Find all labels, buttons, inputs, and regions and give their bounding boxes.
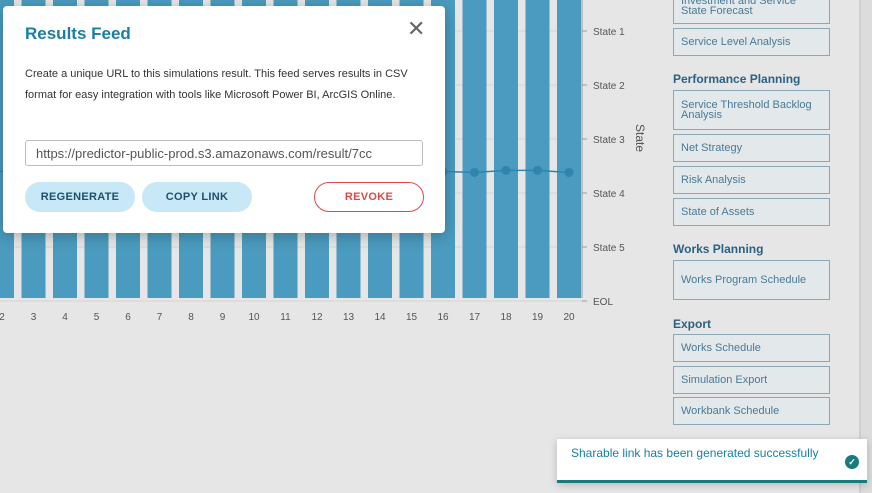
sidebar-item-risk-analysis[interactable]: Risk Analysis bbox=[673, 166, 830, 194]
x-tick-label: 2 bbox=[0, 312, 5, 323]
sidebar-item-label: State of Assets bbox=[681, 206, 755, 218]
x-tick-label: 8 bbox=[188, 312, 194, 323]
sidebar-item-works-program-schedule[interactable]: Works Program Schedule bbox=[673, 260, 830, 300]
x-tick-label: 4 bbox=[62, 312, 68, 323]
y2-tick-label: State 1 bbox=[593, 27, 625, 38]
x-tick-label: 11 bbox=[280, 312, 291, 323]
sidebar-item-state-of-assets[interactable]: State of Assets bbox=[673, 198, 830, 226]
panel-divider bbox=[859, 0, 861, 493]
x-tick-label: 17 bbox=[469, 312, 481, 323]
sidebar-item-works-schedule[interactable]: Works Schedule bbox=[673, 334, 830, 362]
sidebar-item-simulation-export[interactable]: Simulation Export bbox=[673, 366, 830, 394]
x-tick-label: 14 bbox=[374, 312, 386, 323]
copy-link-button[interactable]: COPY LINK bbox=[142, 182, 252, 212]
section-heading-export: Export bbox=[673, 317, 712, 331]
sidebar-item-label: Works Schedule bbox=[681, 342, 761, 354]
close-icon[interactable]: ✕ bbox=[407, 18, 425, 40]
x-tick-label: 12 bbox=[311, 312, 323, 323]
sidebar-item-label: Risk Analysis bbox=[681, 174, 746, 186]
sidebar-item-investment-forecast[interactable]: Investment and Service State Forecast bbox=[673, 0, 830, 24]
y2-tick-label: State 2 bbox=[593, 81, 625, 92]
sidebar-item-net-strategy[interactable]: Net Strategy bbox=[673, 134, 830, 162]
toast-message: Sharable link has been generated success… bbox=[571, 446, 819, 460]
sidebar-item-label: Service Level Analysis bbox=[681, 36, 791, 48]
sidebar-item-label: Workbank Schedule bbox=[681, 405, 780, 417]
chart-bar bbox=[462, 0, 487, 298]
results-feed-dialog: Results Feed ✕ Create a unique URL to th… bbox=[3, 6, 445, 233]
sidebar-item-workbank-schedule[interactable]: Workbank Schedule bbox=[673, 397, 830, 425]
reports-sidebar: Investment and Service State Forecast Se… bbox=[658, 0, 858, 493]
x-tick-label: 16 bbox=[437, 312, 449, 323]
x-tick-label: 5 bbox=[94, 312, 100, 323]
chart-bar bbox=[525, 0, 550, 298]
feed-url-field[interactable] bbox=[25, 140, 423, 166]
regenerate-button[interactable]: REGENERATE bbox=[25, 182, 135, 212]
series-point bbox=[501, 165, 511, 175]
y2-tick-label: EOL bbox=[593, 297, 613, 308]
series-point bbox=[470, 167, 479, 177]
x-tick-label: 7 bbox=[157, 312, 163, 323]
y2-axis-title: State bbox=[633, 124, 647, 152]
x-tick-label: 15 bbox=[406, 312, 418, 323]
section-heading-performance-planning: Performance Planning bbox=[673, 72, 801, 86]
chart-bar bbox=[557, 0, 581, 298]
x-tick-label: 19 bbox=[532, 312, 544, 323]
sidebar-item-label: Service Threshold Backlog Analysis bbox=[681, 99, 812, 121]
section-heading-works-planning: Works Planning bbox=[673, 242, 764, 256]
revoke-button[interactable]: REVOKE bbox=[314, 182, 424, 212]
x-tick-label: 9 bbox=[220, 312, 226, 323]
x-tick-label: 6 bbox=[125, 312, 131, 323]
y2-tick-label: State 3 bbox=[593, 135, 625, 146]
x-tick-label: 10 bbox=[248, 312, 260, 323]
sidebar-item-label: Investment and Service State Forecast bbox=[681, 0, 796, 17]
sidebar-item-label: Net Strategy bbox=[681, 142, 743, 154]
success-toast: Sharable link has been generated success… bbox=[557, 439, 867, 483]
sidebar-item-service-threshold-backlog[interactable]: Service Threshold Backlog Analysis bbox=[673, 90, 830, 130]
chart-bar bbox=[494, 0, 518, 298]
dialog-title: Results Feed bbox=[25, 24, 131, 43]
y2-tick-label: State 4 bbox=[593, 189, 625, 200]
y2-tick-label: State 5 bbox=[593, 243, 625, 254]
x-tick-label: 18 bbox=[500, 312, 512, 323]
check-circle-icon: ✓ bbox=[845, 455, 859, 469]
x-tick-label: 13 bbox=[343, 312, 355, 323]
series-point bbox=[533, 165, 542, 175]
sidebar-item-service-level-analysis[interactable]: Service Level Analysis bbox=[673, 28, 830, 56]
sidebar-item-label: Works Program Schedule bbox=[681, 274, 807, 286]
x-tick-label: 3 bbox=[31, 312, 37, 323]
sidebar-item-label: Simulation Export bbox=[681, 374, 768, 386]
app-root: State 1 State 2 State 3 State 4 State 5 EOL St… bbox=[0, 0, 872, 493]
series-point bbox=[564, 167, 574, 177]
x-tick-label: 20 bbox=[563, 312, 575, 323]
dialog-description: Create a unique URL to this simulations … bbox=[25, 68, 408, 101]
